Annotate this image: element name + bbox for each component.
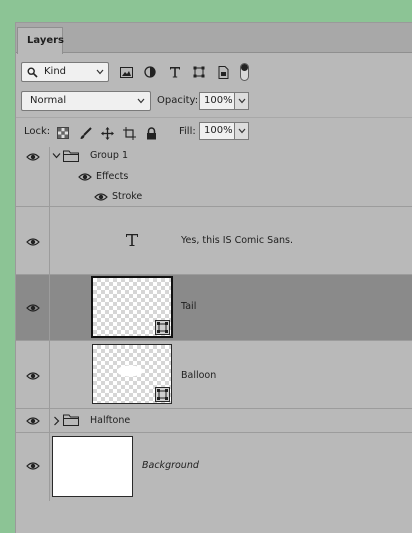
lock-position-icon[interactable] — [100, 126, 114, 140]
panel-footer-area — [16, 501, 412, 533]
folder-icon — [63, 150, 79, 162]
effects-eye-icon[interactable] — [78, 172, 92, 182]
layer-name: Background — [142, 460, 199, 471]
lock-image-pixels-icon[interactable] — [78, 126, 92, 140]
lock-transparent-pixels-icon[interactable] — [56, 126, 70, 140]
fill-value: 100% — [204, 125, 233, 136]
tab-layers[interactable]: Layers — [17, 27, 64, 54]
blend-mode-label: Normal — [30, 95, 67, 106]
filter-toggle-icon[interactable] — [240, 63, 249, 81]
fill-dropdown-button[interactable] — [234, 123, 248, 139]
smart-object-badge-icon — [155, 320, 170, 335]
eye-icon[interactable] — [26, 303, 40, 313]
visibility-column-divider — [49, 409, 50, 432]
layers-list: Group 1 Effects Stroke Yes, this IS Comi… — [16, 147, 412, 517]
eye-icon[interactable] — [26, 237, 40, 247]
type-filter-icon[interactable] — [167, 64, 183, 80]
eye-icon[interactable] — [26, 371, 40, 381]
layer-name: Halftone — [90, 415, 131, 426]
opacity-value: 100% — [204, 95, 233, 106]
eye-icon[interactable] — [26, 461, 40, 471]
visibility-column-divider — [49, 207, 50, 274]
effects-label: Effects — [96, 171, 129, 182]
layers-panel: Layers Kind Normal Opacity: 100% Lock: F… — [15, 22, 412, 533]
opacity-field[interactable]: 100% — [199, 92, 249, 110]
blend-mode-dropdown[interactable]: Normal — [21, 91, 151, 111]
chevron-right-icon[interactable] — [53, 416, 60, 426]
layer-name: Group 1 — [90, 150, 128, 161]
balloon-shape-preview — [117, 365, 143, 377]
chevron-down-icon[interactable] — [52, 152, 61, 160]
eye-icon[interactable] — [26, 416, 40, 426]
chevron-down-icon — [238, 128, 246, 134]
lock-label: Lock: — [24, 126, 51, 137]
chevron-down-icon — [96, 69, 104, 75]
stroke-effect-label: Stroke — [112, 191, 143, 202]
layer-row-balloon[interactable]: Balloon — [16, 341, 412, 409]
chevron-down-icon — [238, 98, 246, 104]
lock-all-icon[interactable] — [144, 126, 158, 140]
layer-thumbnail[interactable] — [91, 276, 173, 338]
fill-label: Fill: — [179, 126, 196, 137]
search-icon — [27, 67, 38, 78]
lock-row: Lock: Fill: 100% — [16, 117, 412, 143]
layer-row-group-1[interactable]: Group 1 Effects Stroke — [16, 147, 412, 207]
folder-icon — [63, 414, 79, 426]
opacity-dropdown-button[interactable] — [234, 93, 248, 109]
stroke-eye-icon[interactable] — [94, 192, 108, 202]
kind-filter-dropdown[interactable]: Kind — [21, 62, 109, 82]
layer-row-tail[interactable]: Tail — [16, 275, 412, 341]
visibility-column-divider — [49, 275, 50, 340]
fill-field[interactable]: 100% — [199, 122, 249, 140]
visibility-column-divider — [49, 433, 50, 503]
layer-row-text[interactable]: Yes, this IS Comic Sans. — [16, 207, 412, 275]
blend-row: Normal Opacity: 100% — [16, 89, 412, 113]
visibility-column-divider — [49, 341, 50, 408]
filter-row: Kind — [16, 59, 412, 85]
eye-icon[interactable] — [26, 152, 40, 162]
opacity-label: Opacity: — [157, 95, 199, 106]
visibility-column-divider — [49, 147, 50, 206]
layer-name: Yes, this IS Comic Sans. — [181, 235, 294, 246]
layer-name: Balloon — [181, 370, 217, 381]
chevron-down-icon — [137, 98, 145, 104]
layer-name: Tail — [181, 301, 197, 312]
pixel-filter-icon[interactable] — [118, 64, 134, 80]
panel-tab-bar: Layers — [16, 23, 412, 54]
layer-row-halftone[interactable]: Halftone — [16, 409, 412, 433]
layer-thumbnail[interactable] — [92, 344, 172, 404]
lock-artboard-icon[interactable] — [122, 126, 136, 140]
layer-row-background[interactable]: Background — [16, 433, 412, 503]
layer-thumbnail[interactable] — [52, 436, 133, 497]
type-layer-icon — [126, 234, 138, 246]
shape-filter-icon[interactable] — [191, 64, 207, 80]
adjustment-filter-icon[interactable] — [142, 64, 158, 80]
kind-filter-label: Kind — [44, 66, 67, 77]
smart-object-filter-icon[interactable] — [215, 64, 231, 80]
smart-object-badge-icon — [155, 387, 170, 402]
